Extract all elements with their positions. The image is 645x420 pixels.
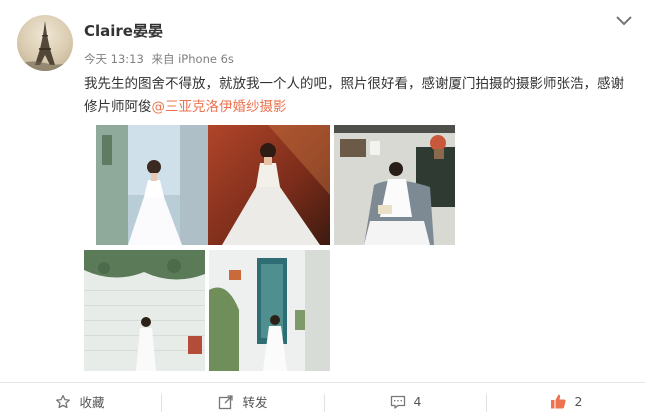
comment-count: 4 (413, 394, 422, 409)
comment-button[interactable]: 4 (325, 383, 486, 420)
thumbs-up-icon (550, 394, 566, 409)
photo-bride-reading-chair (334, 125, 455, 245)
photo-thumbnail-2[interactable] (208, 125, 330, 245)
photo-bride-white-wall-plants (84, 250, 205, 371)
favorite-button[interactable]: 收藏 (0, 383, 160, 420)
favorite-label: 收藏 (79, 395, 105, 410)
avatar[interactable] (17, 15, 73, 71)
photo-bride-brick-wall (208, 125, 330, 245)
comment-icon (390, 395, 405, 409)
photo-thumbnail-3[interactable] (334, 125, 455, 245)
post-time[interactable]: 今天 13:13 (84, 52, 144, 66)
chevron-down-icon[interactable] (615, 14, 633, 28)
photo-thumbnail-1[interactable] (96, 125, 212, 245)
repost-label: 转发 (242, 395, 268, 410)
photo-thumbnail-4[interactable] (84, 250, 205, 371)
username[interactable]: Claire晏晏 (84, 20, 163, 41)
post-text: 我先生的图舍不得放，就放我一个人的吧，照片很好看，感谢厦门拍摄的摄影师张浩，感谢… (84, 73, 632, 119)
photo-thumbnail-5[interactable] (209, 250, 330, 371)
share-icon (219, 394, 234, 409)
like-button[interactable]: 2 (487, 383, 645, 420)
eiffel-tower-icon (17, 21, 73, 71)
post-source: 来自 iPhone 6s (151, 52, 234, 66)
photo-bride-alley (96, 125, 212, 245)
weibo-post-card: Claire晏晏 今天 13:13 来自 iPhone 6s 我先生的图舍不得放… (0, 0, 645, 420)
repost-button[interactable]: 转发 (162, 383, 324, 420)
post-meta: 今天 13:13 来自 iPhone 6s (84, 51, 238, 67)
star-icon (56, 394, 71, 408)
mention-link[interactable]: @三亚克洛伊婚纱摄影 (152, 99, 287, 115)
like-count: 2 (574, 394, 583, 409)
photo-bride-blue-window (209, 250, 330, 371)
